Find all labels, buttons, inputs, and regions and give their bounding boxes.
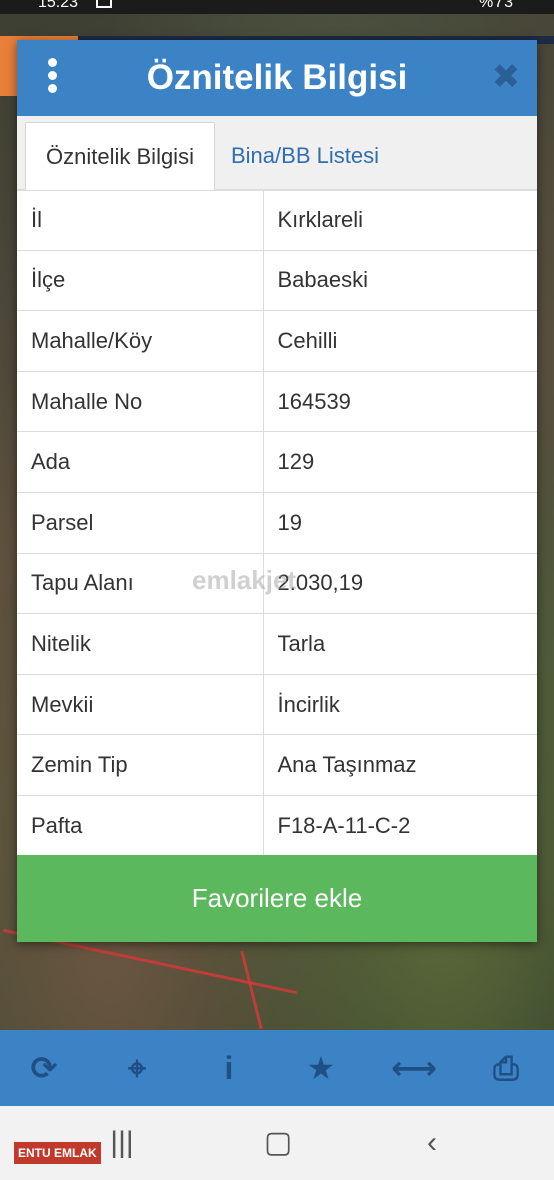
gallery-notification-icon (96, 0, 112, 8)
attribute-value: 19 (263, 492, 537, 554)
table-row: Nitelik Tarla (17, 613, 537, 675)
info-icon[interactable]: i (199, 1030, 259, 1106)
table-row: Zemin Tip Ana Taşınmaz (17, 734, 537, 796)
attribute-key: Mahalle/Köy (17, 310, 264, 372)
table-row: Parsel 19 (17, 492, 537, 554)
tab-bar: Öznitelik Bilgisi Bina/BB Listesi (17, 116, 537, 191)
attribute-value: Cehilli (263, 310, 537, 372)
attribute-key: Nitelik (17, 613, 264, 675)
star-icon[interactable]: ★ (291, 1030, 351, 1106)
home-icon[interactable]: ▢ (248, 1106, 308, 1180)
refresh-icon[interactable]: ⟳ (14, 1030, 74, 1106)
attribute-value: Ana Taşınmaz (263, 734, 537, 796)
battery-level: %73 (478, 0, 514, 11)
attribute-key: Zemin Tip (17, 734, 264, 796)
attribute-dialog: Öznitelik Bilgisi ✖ Öznitelik Bilgisi Bi… (17, 40, 537, 942)
locate-icon[interactable]: ⌖ (107, 1030, 167, 1106)
attribute-value: 2.030,19 (263, 553, 537, 615)
dialog-header: Öznitelik Bilgisi ✖ (17, 40, 537, 116)
brand-badge: ENTU EMLAK (14, 1142, 101, 1164)
attribute-key: Mahalle No (17, 371, 264, 433)
back-icon[interactable]: ‹ (402, 1106, 462, 1180)
tab-attribute-info[interactable]: Öznitelik Bilgisi (25, 122, 215, 190)
table-row: Ada 129 (17, 431, 537, 493)
table-row: Pafta F18-A-11-C-2 (17, 795, 537, 857)
watermark: emlakjet (192, 565, 297, 595)
table-row: Mahalle/Köy Cehilli (17, 310, 537, 372)
recent-apps-icon[interactable]: ||| (92, 1106, 152, 1180)
table-row: İl Kırklareli (17, 190, 537, 251)
table-row: Mevkii İncirlik (17, 674, 537, 736)
attribute-value: Babaeski (263, 250, 537, 312)
dialog-title: Öznitelik Bilgisi (146, 58, 408, 97)
attribute-value: 129 (263, 431, 537, 493)
attribute-value: Kırklareli (263, 190, 537, 251)
attribute-key: İlçe (17, 250, 264, 312)
table-row: İlçe Babaeski (17, 250, 537, 312)
attribute-key: Mevkii (17, 674, 264, 736)
attribute-key: İl (17, 190, 264, 251)
attribute-key: Pafta (17, 795, 264, 857)
attribute-key: Ada (17, 431, 264, 493)
table-row: Mahalle No 164539 (17, 371, 537, 433)
add-to-favorites-button[interactable]: Favorilere ekle (17, 855, 537, 942)
attribute-value: F18-A-11-C-2 (263, 795, 537, 857)
close-icon[interactable]: ✖ (491, 60, 521, 94)
attribute-key: Parsel (17, 492, 264, 554)
attribute-value: İncirlik (263, 674, 537, 736)
measure-icon[interactable]: ⟷ (384, 1030, 444, 1106)
tab-building-list[interactable]: Bina/BB Listesi (231, 122, 379, 189)
map-toolbar: ⟳ ⌖ i ★ ⟷ ⎙ (0, 1030, 554, 1106)
status-time: 15:23 (38, 0, 79, 11)
print-icon[interactable]: ⎙ (476, 1030, 536, 1106)
attribute-value: Tarla (263, 613, 537, 675)
attribute-value: 164539 (263, 371, 537, 433)
attribute-table: İl Kırklareli İlçe Babaeski Mahalle/Köy Cehil… (17, 190, 537, 857)
status-bar: 15:23 %73 (0, 0, 554, 14)
